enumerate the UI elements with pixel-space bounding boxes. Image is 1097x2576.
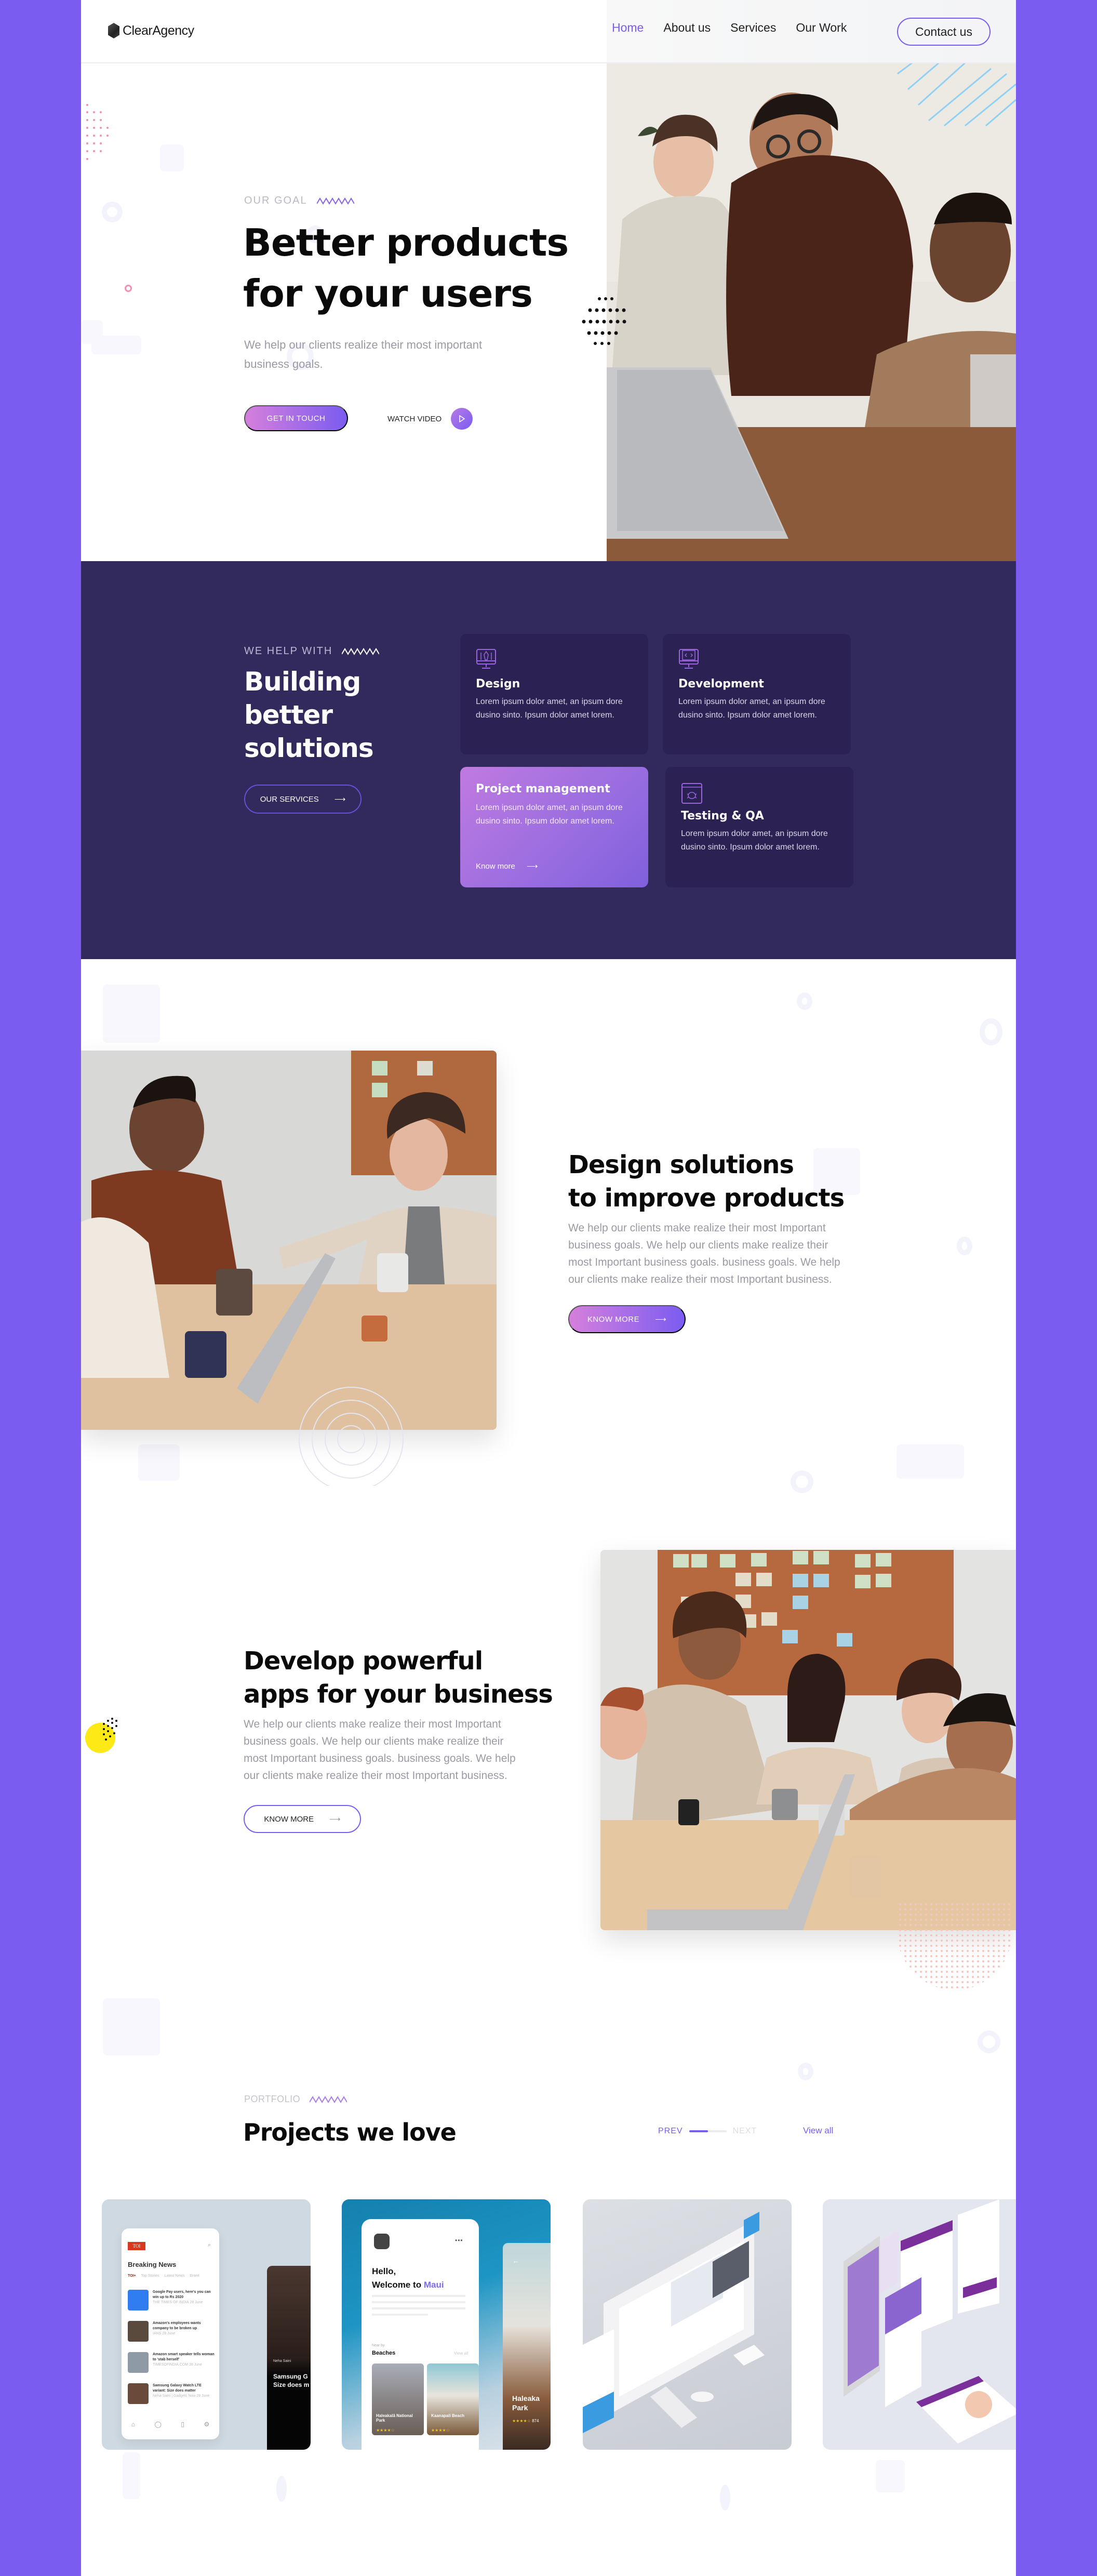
know-more-link[interactable]: Know more ⟶ [476,861,538,871]
pager-progress [689,2130,727,2132]
watch-video-label: WATCH VIDEO [387,414,442,423]
design-monitor-icon [476,649,496,669]
services-eyebrow: WE HELP WITH [244,645,380,657]
feature-apps-photo [600,1550,1016,1930]
service-card-project-management[interactable]: Project management Lorem ipsum dolor ame… [460,767,648,887]
bookmark-icon: ▯ [181,2421,184,2428]
nav-home[interactable]: Home [612,21,644,35]
logo-cube-icon [108,23,119,38]
feature-apps-body: We help our clients make realize their m… [244,1718,516,1782]
services-eyebrow-text: WE HELP WITH [244,645,333,657]
arrow-right-icon: ⟶ [526,862,538,871]
zigzag-icon [310,2095,347,2103]
news-item: Google Pay users, here's you can win up … [128,2290,215,2321]
toi-logo: TOI [128,2242,145,2250]
arrow-right-icon: ⟶ [329,1815,341,1824]
portfolio-eyebrow: PORTFOLIO [244,2094,347,2105]
portfolio-pager: PREV NEXT [658,2127,757,2136]
service-card-testing-qa[interactable]: Testing & QA Lorem ipsum dolor amet, an … [665,767,853,887]
nav-services[interactable]: Services [730,21,776,35]
news-article-mockup: Neha Saini Samsung G Size does m [267,2266,311,2450]
feature-design-photo [81,1051,497,1430]
view-all-link[interactable]: View all [803,2126,833,2136]
services-title: Building better solutions [244,667,374,763]
bug-window-icon [681,783,702,804]
rating-stars: ★★★★☆ [376,2428,395,2433]
hero-eyebrow: OUR GOAL [244,195,354,207]
site-header: ClearAgency Home About us Services Our W… [81,0,1016,63]
news-phone-mockup: TOI ⌕ Breaking News TOI+ Top Stories Lat… [122,2228,219,2439]
service-desc: Lorem ipsum dolor amet, an ipsum dore du… [678,697,825,720]
logo-text: ClearAgency [123,23,194,38]
feature-design-title: Design solutions to improve products [568,1150,845,1213]
settings-icon: ⚙ [204,2421,210,2428]
our-services-button[interactable]: OUR SERVICES ⟶ [244,785,362,814]
hero-lead: We help our clients realize their most i… [244,338,483,370]
play-icon[interactable] [451,408,473,430]
service-desc: Lorem ipsum dolor amet, an ipsum dore du… [476,803,623,826]
feature-design-body: We help our clients make realize their m… [568,1222,840,1285]
dot-stripe-decoration [103,1718,117,1741]
home-icon: ⌂ [131,2421,135,2428]
dot-globe-decoration [582,297,626,345]
prev-button[interactable]: PREV [658,2127,683,2136]
pager-progress-fill [689,2130,708,2132]
service-card-development[interactable]: Development Lorem ipsum dolor amet, an i… [663,634,851,754]
news-item: Samsung Galaxy Watch LTE variant: Size d… [128,2383,215,2414]
pink-dot-halftone-decoration [898,1902,1012,1990]
code-monitor-icon [679,649,699,669]
feature-apps-title: Develop powerful apps for your business [244,1646,553,1709]
rating-stars: ★★★★☆ [431,2428,450,2433]
service-desc: Lorem ipsum dolor amet, an ipsum dore du… [681,829,828,852]
portfolio-card-pregnancy-app[interactable] [823,2199,1016,2450]
travel-detail-mockup: ← Haleaka Park ★★★★☆ 874 [503,2243,551,2450]
services-section: WE HELP WITH Building better solutions O… [81,561,1016,959]
service-desc: Lorem ipsum dolor amet, an ipsum dore du… [476,697,623,720]
hero-team-photo [607,63,1016,561]
zigzag-icon [342,647,380,655]
service-title: Project management [476,782,610,795]
news-tabbar: ⌂ ◯ ▯ ⚙ [122,2421,219,2428]
service-title: Testing & QA [681,809,764,822]
get-in-touch-button[interactable]: GET IN TOUCH [244,405,348,431]
service-title: Development [678,678,764,691]
hero-title-line2: for your users [243,272,533,315]
arrow-right-icon: ⟶ [655,1315,667,1324]
pink-ring-decoration [125,285,132,292]
user-icon: ◯ [154,2421,162,2428]
news-item: Amazon's employees wants company to be b… [128,2321,215,2352]
hero-title-line1: Better products [243,221,569,264]
zigzag-icon [316,197,354,205]
main-nav: Home About us Services Our Work [612,21,866,35]
nav-about-us[interactable]: About us [663,21,711,35]
logo[interactable]: ClearAgency [108,23,194,38]
avatar [374,2234,390,2249]
hero-title: Better products for your users [243,217,569,319]
hero-eyebrow-text: OUR GOAL [244,195,307,206]
back-arrow-icon: ← [512,2256,519,2265]
pink-dot-grid-decoration [86,104,109,160]
nav-our-work[interactable]: Our Work [796,21,847,35]
know-more-button[interactable]: KNOW MORE ⟶ [568,1305,686,1333]
arrow-right-icon: ⟶ [334,795,346,804]
next-button[interactable]: NEXT [733,2127,757,2136]
know-more-outline-button[interactable]: KNOW MORE ⟶ [244,1805,361,1833]
news-item: Amazon smart speaker tells woman to 'sta… [128,2352,215,2383]
travel-phone-mockup: ••• Hello, Welcome to Maui Near by Beach… [362,2219,479,2450]
landing-page: ClearAgency Home About us Services Our W… [81,0,1016,2576]
service-title: Design [476,678,520,691]
portfolio-card-travel-app[interactable]: ••• Hello, Welcome to Maui Near by Beach… [342,2199,551,2450]
watch-video-link[interactable]: WATCH VIDEO [387,408,473,430]
service-card-design[interactable]: Design Lorem ipsum dolor amet, an ipsum … [460,634,648,754]
portfolio-title: Projects we love [243,2118,457,2146]
news-list: Google Pay users, here's you can win up … [128,2290,215,2414]
contact-us-button[interactable]: Contact us [897,18,991,46]
more-icon: ••• [455,2237,463,2244]
portfolio-card-news-app[interactable]: TOI ⌕ Breaking News TOI+ Top Stories Lat… [102,2199,311,2450]
concentric-rings-decoration [299,1387,404,1486]
search-icon: ⌕ [208,2242,211,2248]
portfolio-card-website-mockup[interactable] [583,2199,792,2450]
